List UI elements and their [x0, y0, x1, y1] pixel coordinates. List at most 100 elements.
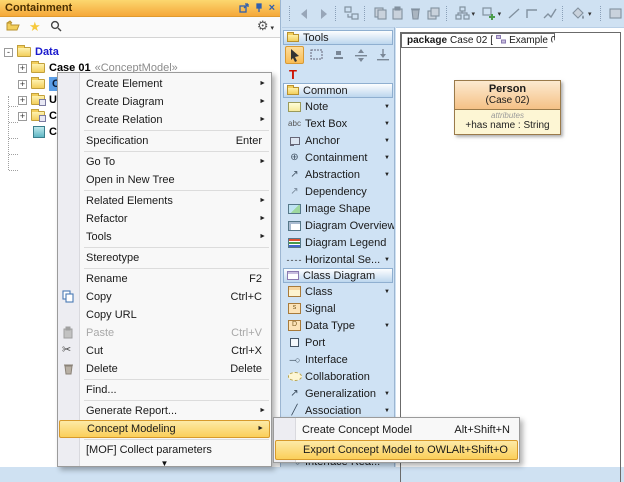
diagram-canvas[interactable]: package Case 02 [ Example 02 ] Person (C…	[396, 27, 624, 467]
menu-item-copy-url[interactable]: Copy URL	[58, 306, 271, 324]
menu-item-go-to[interactable]: Go To►	[58, 153, 271, 171]
menu-item-create-diagram[interactable]: Create Diagram►	[58, 93, 271, 111]
back-icon[interactable]	[297, 5, 314, 23]
copy-icon[interactable]	[372, 5, 389, 23]
expander-icon[interactable]: +	[18, 64, 27, 73]
menu-item-related-elements[interactable]: Related Elements►	[58, 192, 271, 210]
palette-item-generalization[interactable]: Generalization▼	[282, 385, 394, 402]
menu-item-create-relation[interactable]: Create Relation►	[58, 111, 271, 129]
menu-item-paste[interactable]: PasteCtrl+V	[58, 324, 271, 342]
menu-item-refactor[interactable]: Refactor►	[58, 210, 271, 228]
menu-item-create-concept-model[interactable]: Create Concept ModelAlt+Shift+N	[274, 420, 519, 440]
menu-item-specification[interactable]: SpecificationEnter	[58, 132, 271, 150]
layers-icon[interactable]	[425, 5, 442, 23]
layout-tree-icon[interactable]	[454, 5, 471, 23]
add-element-dropdown-icon[interactable]: ▾	[498, 10, 505, 18]
person-class-shape[interactable]: Person (Case 02) attributes +has name : …	[454, 80, 561, 135]
text-tool-button[interactable]: T	[282, 65, 394, 83]
tree-item-data[interactable]: - Data	[4, 44, 59, 60]
package-frame-tab[interactable]: package Case 02 [ Example 02 ]	[401, 33, 555, 48]
menu-item-cut[interactable]: ✂CutCtrl+X	[58, 342, 271, 360]
dropdown-icon[interactable]: ▼	[384, 408, 390, 414]
delete-trash-icon[interactable]	[407, 5, 424, 23]
menu-item-concept-modeling[interactable]: Concept Modeling►	[59, 420, 270, 438]
clipped-toolbar-icon[interactable]	[607, 5, 624, 23]
align-bottom-tool-button[interactable]	[373, 46, 392, 64]
expander-icon[interactable]: +	[18, 112, 27, 121]
palette-item-port[interactable]: Port	[282, 334, 394, 351]
dropdown-icon[interactable]: ▼	[384, 289, 390, 295]
fill-color-icon[interactable]	[570, 5, 587, 23]
palette-item-text-box[interactable]: Text Box▼	[282, 115, 394, 132]
menu-item-create-element[interactable]: Create Element►	[58, 75, 271, 93]
palette-header-common[interactable]: Common	[283, 83, 393, 98]
related-elements-icon[interactable]	[343, 5, 360, 23]
dropdown-icon[interactable]: ▼	[384, 172, 390, 178]
selection-tool-button[interactable]	[285, 46, 304, 64]
open-folder-icon[interactable]	[6, 20, 20, 34]
layout-dropdown-icon[interactable]: ▾	[471, 10, 478, 18]
palette-header-class-diagram[interactable]: Class Diagram	[283, 268, 393, 283]
expander-icon[interactable]: +	[18, 96, 27, 105]
text-box-icon	[286, 118, 303, 130]
palette-item-label: Containment	[305, 152, 367, 164]
palette-item-interface[interactable]: Interface	[282, 351, 394, 368]
forward-icon[interactable]	[315, 5, 332, 23]
menu-scroll-down-icon[interactable]: ▼	[58, 459, 271, 467]
palette-item-horizontal-separator[interactable]: Horizontal Se...▼	[282, 251, 394, 268]
menu-item-tools[interactable]: Tools►	[58, 228, 271, 246]
palette-item-anchor[interactable]: Anchor▼	[282, 132, 394, 149]
settings-gear-icon[interactable]: ⚙▾	[257, 19, 274, 35]
palette-item-diagram-legend[interactable]: Diagram Legend	[282, 234, 394, 251]
search-icon[interactable]	[50, 20, 62, 35]
paste-icon[interactable]	[390, 5, 407, 23]
fill-color-dropdown-icon[interactable]: ▾	[588, 10, 595, 18]
pin-icon[interactable]	[255, 3, 263, 13]
submenu-arrow-icon: ►	[259, 210, 266, 228]
menu-item-open-in-new-tree[interactable]: Open in New Tree	[58, 171, 271, 189]
dropdown-icon[interactable]: ▼	[384, 391, 390, 397]
line-path-icon[interactable]	[506, 5, 523, 23]
menu-item-export-concept-model-to-owl[interactable]: Export Concept Model to OWLAlt+Shift+O	[275, 440, 518, 460]
dropdown-icon[interactable]: ▼	[384, 138, 390, 144]
dropdown-icon[interactable]: ▼	[384, 155, 390, 161]
sticky-tool-button[interactable]	[329, 46, 348, 64]
palette-item-image-shape[interactable]: Image Shape	[282, 200, 394, 217]
palette-item-class[interactable]: Class▼	[282, 283, 394, 300]
dropdown-icon[interactable]: ▼	[384, 104, 390, 110]
expander-icon[interactable]: -	[4, 48, 13, 57]
menu-item-label: Find...	[86, 384, 117, 396]
dropdown-icon[interactable]: ▼	[384, 323, 390, 329]
palette-item-diagram-overview[interactable]: Diagram Overview	[282, 217, 394, 234]
palette-item-dependency[interactable]: Dependency	[282, 183, 394, 200]
palette-item-collaboration[interactable]: Collaboration	[282, 368, 394, 385]
palette-item-data-type[interactable]: Data Type▼	[282, 317, 394, 334]
palette-item-note[interactable]: Note▼	[282, 98, 394, 115]
menu-item-generate-report[interactable]: Generate Report...►	[58, 402, 271, 420]
dropdown-icon[interactable]: ▼	[384, 257, 390, 263]
palette-item-signal[interactable]: Signal	[282, 300, 394, 317]
menu-item-find[interactable]: Find...	[58, 381, 271, 399]
rectilinear-path-icon[interactable]	[524, 5, 541, 23]
palette-header-tools[interactable]: Tools	[283, 30, 393, 45]
add-element-icon[interactable]	[480, 5, 497, 23]
menu-item-stereotype[interactable]: Stereotype	[58, 249, 271, 267]
oblique-path-icon[interactable]	[542, 5, 559, 23]
code-engineering-icon	[33, 126, 45, 138]
menu-item-copy[interactable]: CopyCtrl+C	[58, 288, 271, 306]
gear-dropdown-icon[interactable]: ▾	[270, 25, 274, 32]
menu-item-delete[interactable]: DeleteDelete	[58, 360, 271, 378]
dropdown-icon[interactable]: ▼	[384, 121, 390, 127]
menu-item-mof-collect-parameters[interactable]: [MOF] Collect parameters	[58, 441, 271, 459]
expander-icon[interactable]: +	[18, 80, 27, 89]
close-icon[interactable]: ×	[269, 3, 275, 13]
float-window-icon[interactable]	[239, 3, 249, 13]
palette-header-label: Tools	[303, 32, 329, 44]
palette-item-containment[interactable]: Containment ▼	[282, 149, 394, 166]
marquee-tool-button[interactable]	[307, 46, 326, 64]
favorites-star-icon[interactable]: ★	[29, 21, 41, 33]
menu-item-label: Create Diagram	[86, 96, 164, 108]
align-middle-tool-button[interactable]	[351, 46, 370, 64]
palette-item-abstraction[interactable]: Abstraction▼	[282, 166, 394, 183]
menu-item-rename[interactable]: RenameF2	[58, 270, 271, 288]
